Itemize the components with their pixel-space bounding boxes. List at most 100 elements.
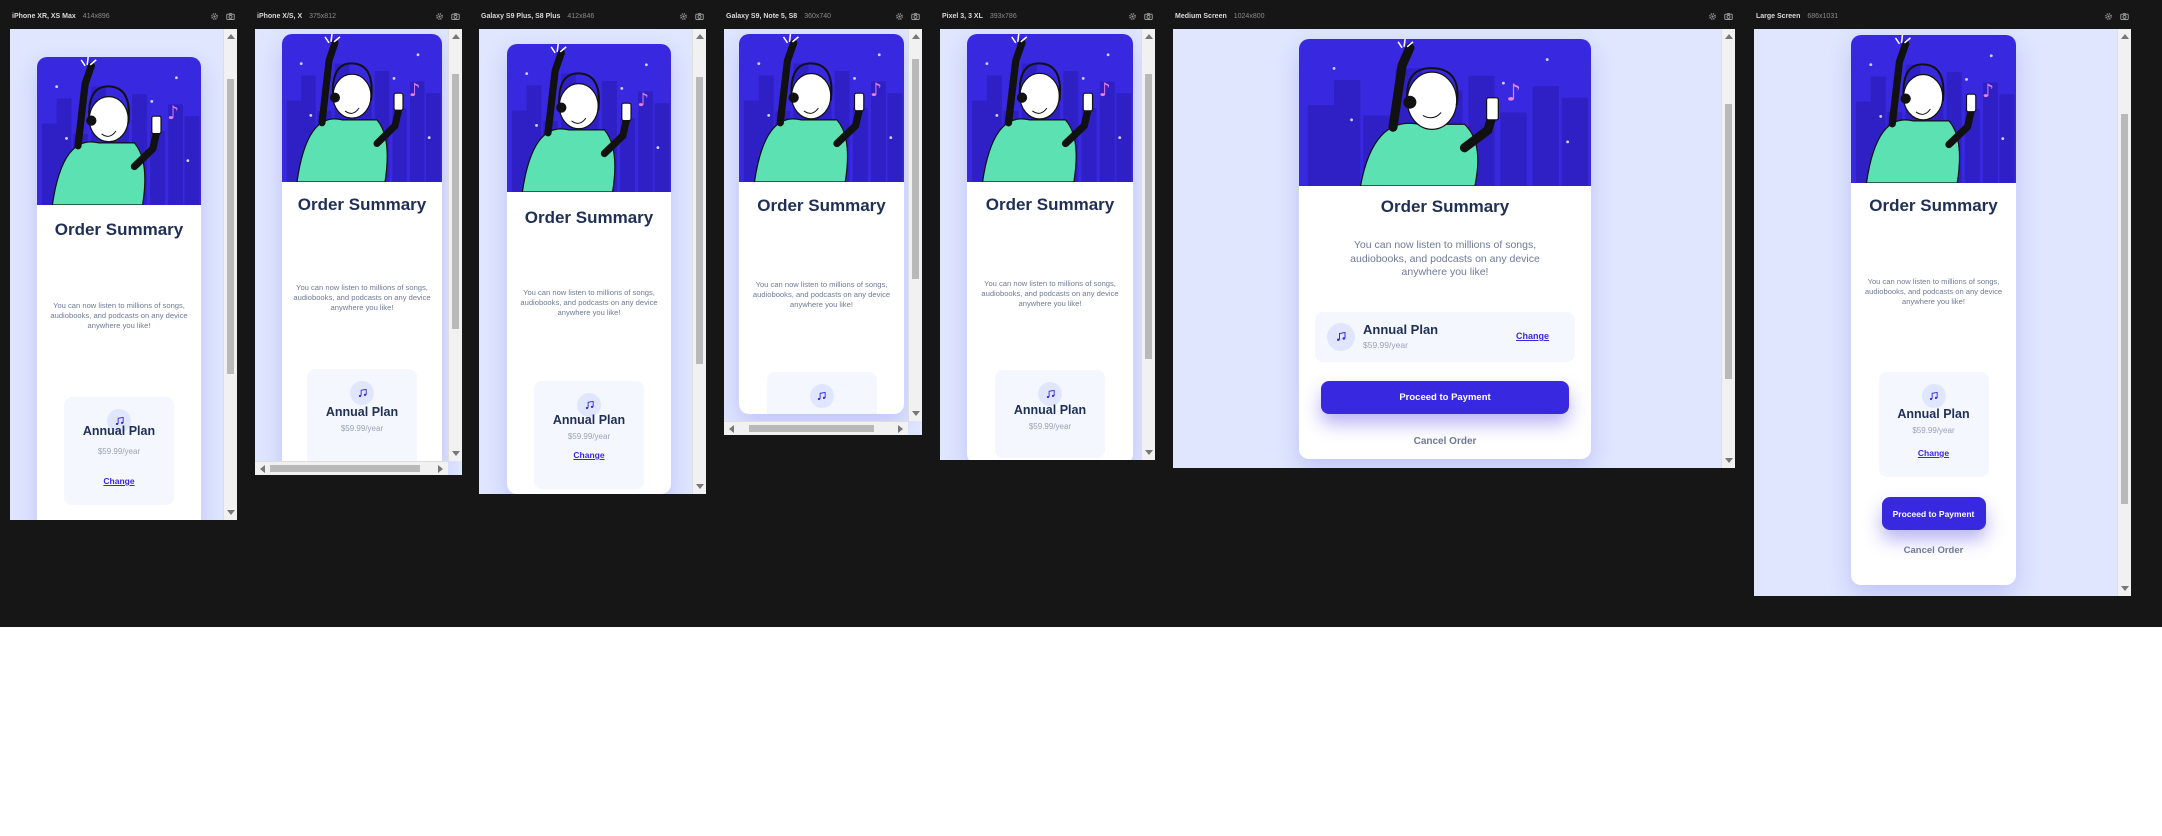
camera-icon[interactable] — [2120, 12, 2129, 21]
hero-banner: ♪ — [1299, 39, 1591, 186]
plan-price: $59.99/year — [340, 424, 384, 433]
device-header: Pixel 3, 3 XL 393x786 — [940, 7, 1155, 25]
camera-icon[interactable] — [226, 12, 235, 21]
settings-icon[interactable] — [210, 12, 219, 21]
scroll-left-arrow-icon[interactable] — [729, 425, 734, 433]
vertical-scrollbar[interactable] — [1141, 29, 1155, 460]
plan-card: Annual Plan $59.99/year Change — [64, 397, 174, 505]
camera-icon[interactable] — [451, 12, 460, 21]
scroll-right-arrow-icon[interactable] — [898, 425, 903, 433]
scroll-right-arrow-icon[interactable] — [438, 465, 443, 473]
camera-icon[interactable] — [1144, 12, 1153, 21]
scroll-down-arrow-icon[interactable] — [912, 411, 920, 416]
scroll-up-arrow-icon[interactable] — [227, 34, 235, 39]
scroll-up-arrow-icon[interactable] — [1725, 34, 1733, 39]
scrollbar-thumb[interactable] — [912, 59, 919, 279]
scrollbar-thumb[interactable] — [227, 79, 234, 374]
plan-card: Annual Plan $59.99/year Change — [1315, 312, 1575, 362]
device-name: Pixel 3, 3 XL — [942, 12, 983, 20]
plan-price: $59.99/year — [97, 447, 141, 456]
plan-price: $59.99/year — [567, 432, 611, 441]
order-summary-title: Order Summary — [757, 196, 886, 215]
scrollbar-thumb[interactable] — [1145, 74, 1152, 359]
scroll-down-arrow-icon[interactable] — [696, 484, 704, 489]
device-header: iPhone XR, XS Max 414x896 — [10, 7, 237, 25]
device-viewport: ♪ Order Summary You can now listen to mil… — [255, 29, 462, 475]
plan-price: $59.99/year — [1912, 426, 1955, 435]
settings-icon[interactable] — [1128, 12, 1137, 21]
order-summary-card: ♪ Order Summary You can now listen to mil… — [739, 34, 904, 414]
horizontal-scrollbar[interactable] — [724, 421, 908, 435]
plan-name: Annual Plan — [325, 405, 399, 419]
scroll-up-arrow-icon[interactable] — [696, 34, 704, 39]
vertical-scrollbar[interactable] — [223, 29, 237, 520]
scroll-down-arrow-icon[interactable] — [452, 451, 460, 456]
order-summary-card: ♪ Order Summary You can now listen to mil… — [507, 44, 671, 494]
scroll-up-arrow-icon[interactable] — [912, 34, 920, 39]
order-summary-card: ♪ Order Summary You can now listen to mil… — [37, 57, 201, 520]
svg-text:♪: ♪ — [167, 103, 179, 124]
cancel-order-button[interactable]: Cancel Order — [1299, 436, 1591, 447]
order-description: You can now listen to millions of songs,… — [981, 279, 1119, 308]
settings-icon[interactable] — [2104, 12, 2113, 21]
vertical-scrollbar[interactable] — [1721, 29, 1735, 468]
change-plan-link[interactable]: Change — [64, 476, 174, 486]
change-plan-link[interactable]: Change — [534, 450, 644, 460]
plan-name: Annual Plan — [552, 413, 626, 427]
svg-text:♪: ♪ — [870, 80, 882, 101]
scroll-down-arrow-icon[interactable] — [1725, 458, 1733, 463]
scrollbar-thumb[interactable] — [452, 74, 459, 329]
scroll-down-arrow-icon[interactable] — [227, 510, 235, 515]
scroll-up-arrow-icon[interactable] — [2121, 34, 2129, 39]
vertical-scrollbar[interactable] — [2117, 29, 2131, 596]
scroll-up-arrow-icon[interactable] — [1145, 34, 1153, 39]
proceed-to-payment-button[interactable]: Proceed to Payment — [1881, 497, 1986, 530]
scrollbar-thumb[interactable] — [2121, 114, 2128, 504]
scroll-left-arrow-icon[interactable] — [260, 465, 265, 473]
scrollbar-thumb[interactable] — [1725, 104, 1732, 379]
order-description: You can now listen to millions of songs,… — [50, 301, 188, 330]
svg-text:♪: ♪ — [637, 90, 649, 111]
hero-banner: ♪ — [739, 34, 904, 182]
device-preview: Galaxy S9 Plus, S8 Plus 412x846 ♪ Order … — [479, 7, 706, 494]
music-note-icon — [350, 381, 374, 405]
hero-banner: ♪ — [967, 34, 1133, 182]
order-summary-card: ♪ Order Summary You can now listen to mil… — [1299, 39, 1591, 459]
plan-name: Annual Plan — [1013, 403, 1087, 417]
device-viewport: ♪ Order Summary You can now listen to mil… — [10, 29, 237, 520]
scroll-up-arrow-icon[interactable] — [452, 34, 460, 39]
order-summary-card: ♪ Order Summary You can now listen to mil… — [1851, 35, 2016, 585]
vertical-scrollbar[interactable] — [692, 29, 706, 494]
order-summary-title: Order Summary — [54, 220, 184, 239]
hero-banner: ♪ — [37, 57, 201, 205]
horizontal-scrollbar[interactable] — [255, 461, 448, 475]
device-header: Galaxy S9 Plus, S8 Plus 412x846 — [479, 7, 706, 25]
plan-price: $59.99/year — [1363, 340, 1408, 350]
settings-icon[interactable] — [435, 12, 444, 21]
cancel-order-button[interactable]: Cancel Order — [1851, 545, 2016, 556]
camera-icon[interactable] — [911, 12, 920, 21]
camera-icon[interactable] — [1724, 12, 1733, 21]
order-description: You can now listen to millions of songs,… — [293, 283, 431, 312]
settings-icon[interactable] — [679, 12, 688, 21]
order-summary-title: Order Summary — [524, 208, 654, 227]
scroll-down-arrow-icon[interactable] — [1145, 450, 1153, 455]
settings-icon[interactable] — [1708, 12, 1717, 21]
order-summary-title: Order Summary — [1380, 197, 1510, 216]
change-plan-link[interactable]: Change — [1879, 448, 1989, 458]
device-preview: Large Screen 686x1031 ♪ Order Summary You… — [1754, 7, 2131, 596]
settings-icon[interactable] — [895, 12, 904, 21]
order-description: You can now listen to millions of songs,… — [752, 280, 891, 309]
scrollbar-thumb[interactable] — [270, 465, 420, 472]
proceed-to-payment-button[interactable]: Proceed to Payment — [1321, 381, 1569, 414]
change-plan-link[interactable]: Change — [1516, 331, 1549, 341]
scroll-down-arrow-icon[interactable] — [2121, 586, 2129, 591]
device-size: 412x846 — [567, 12, 595, 20]
vertical-scrollbar[interactable] — [908, 29, 922, 421]
camera-icon[interactable] — [695, 12, 704, 21]
device-name: iPhone XR, XS Max — [12, 12, 76, 20]
scrollbar-thumb[interactable] — [696, 77, 703, 364]
scrollbar-thumb[interactable] — [749, 425, 874, 432]
device-header: Large Screen 686x1031 — [1754, 7, 2131, 25]
vertical-scrollbar[interactable] — [448, 29, 462, 461]
